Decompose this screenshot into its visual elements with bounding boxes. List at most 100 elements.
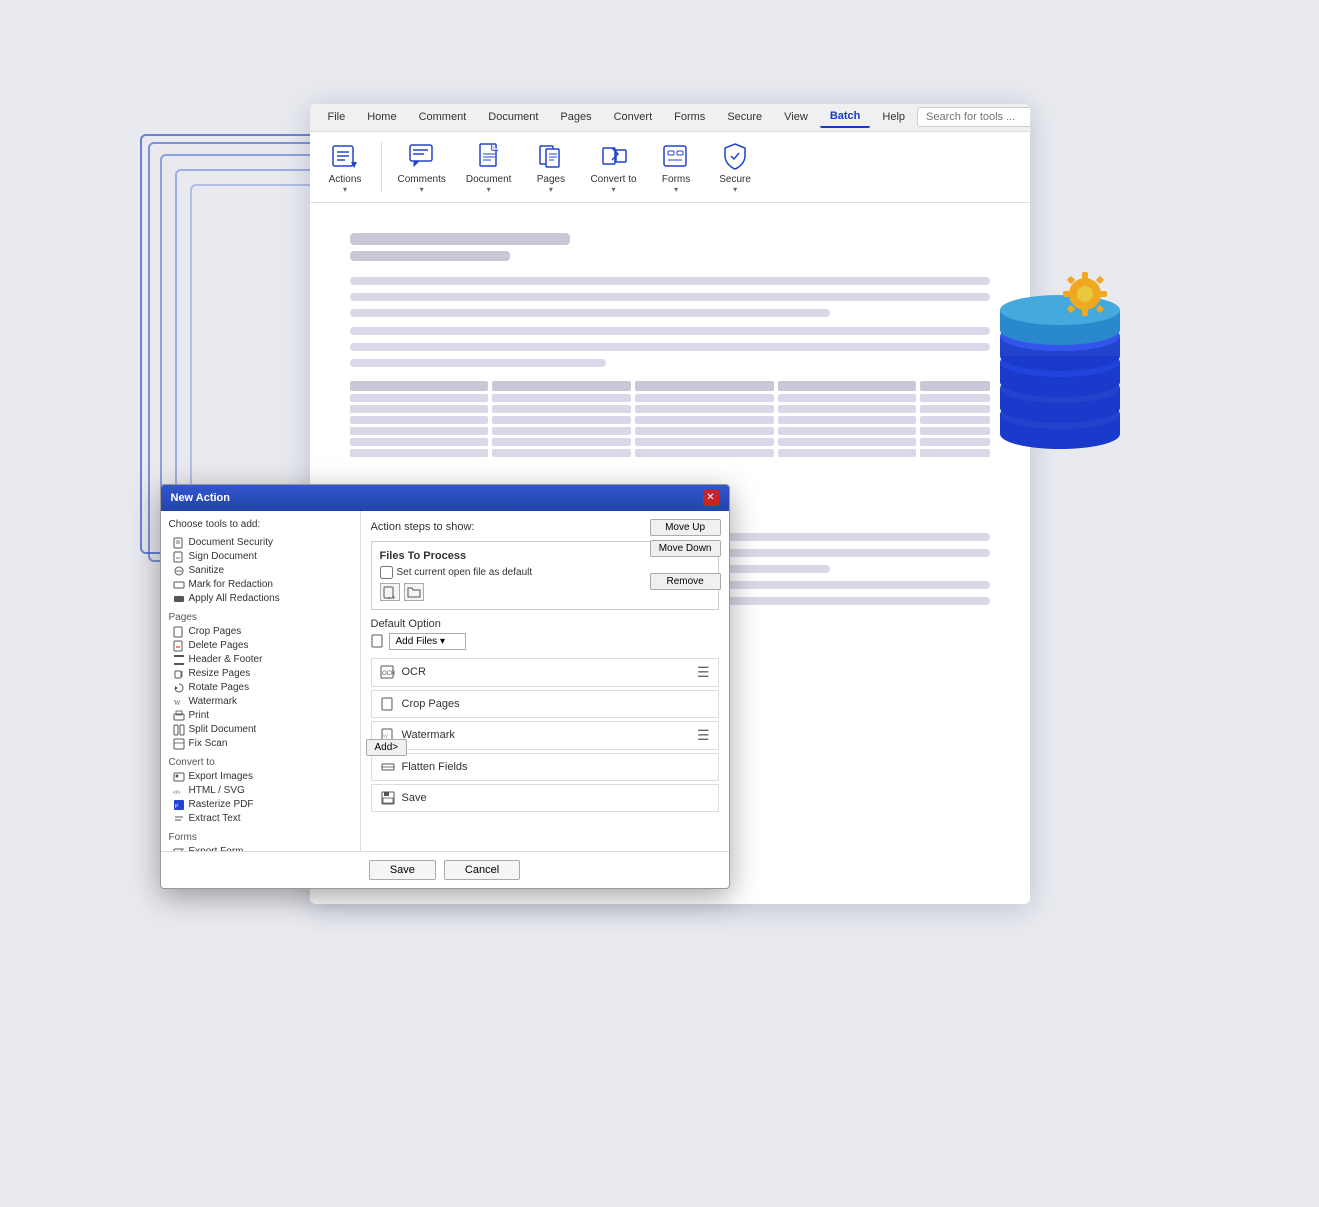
tab-help[interactable]: Help — [872, 107, 915, 127]
dialog-title: New Action — [171, 492, 231, 504]
secure-label: Secure — [719, 174, 751, 185]
set-current-file-checkbox[interactable] — [380, 566, 393, 579]
tree-item-sanitize[interactable]: Sanitize — [169, 564, 352, 578]
tool-document[interactable]: Document ▾ — [458, 136, 520, 198]
dialog-titlebar: New Action ✕ — [161, 485, 729, 511]
tab-pages[interactable]: Pages — [550, 107, 601, 127]
actions-arrow: ▾ — [343, 185, 347, 194]
svg-text:</>: </> — [173, 790, 180, 796]
divider-1 — [381, 142, 382, 192]
comments-icon — [406, 140, 438, 172]
convert-label: Convert to — [590, 174, 636, 185]
step-flatten-label: Flatten Fields — [402, 761, 710, 773]
tree-item-extract-text[interactable]: Extract Text — [169, 812, 352, 826]
step-crop-label: Crop Pages — [402, 698, 710, 710]
document-icon — [473, 140, 505, 172]
add-file-small-icon — [371, 634, 385, 648]
default-option-label: Default Option — [371, 618, 719, 630]
tree-item-fix-scan[interactable]: Fix Scan — [169, 737, 352, 751]
dialog-footer: Save Cancel — [161, 851, 729, 888]
watermark-settings-icon[interactable]: ☰ — [697, 727, 710, 744]
tab-convert[interactable]: Convert — [604, 107, 663, 127]
pages-label: Pages — [537, 174, 565, 185]
convert-section-label: Convert to — [169, 757, 352, 768]
convert-icon — [598, 140, 630, 172]
flatten-icon — [380, 759, 396, 775]
choose-tools-label: Choose tools to add: — [169, 519, 352, 530]
crop-icon — [380, 696, 396, 712]
add-folder-icon[interactable] — [404, 583, 424, 601]
pages-section-label: Pages — [169, 612, 352, 623]
ribbon-tabs: File Home Comment Document Pages Convert… — [310, 104, 1030, 132]
svg-text:W: W — [174, 699, 181, 707]
save-icon — [380, 790, 396, 806]
step-watermark-label: Watermark — [402, 729, 691, 741]
add-step-button[interactable]: Add> — [366, 739, 408, 756]
checkbox-label: Set current open file as default — [397, 567, 533, 578]
tree-item-export-form[interactable]: Export Form — [169, 845, 352, 851]
tab-file[interactable]: File — [318, 107, 356, 127]
tab-batch[interactable]: Batch — [820, 106, 871, 128]
comments-label: Comments — [398, 174, 446, 185]
tool-comments[interactable]: Comments ▾ — [390, 136, 454, 198]
move-up-button[interactable]: Move Up — [650, 519, 721, 536]
tab-secure[interactable]: Secure — [717, 107, 772, 127]
dialog-right-panel: Action steps to show: Files To Process S… — [361, 511, 729, 851]
cancel-button[interactable]: Cancel — [444, 860, 520, 880]
add-file-icon[interactable] — [380, 583, 400, 601]
tree-item-html-svg[interactable]: </> HTML / SVG — [169, 784, 352, 798]
tree-item-rasterize-pdf[interactable]: P Rasterize PDF — [169, 798, 352, 812]
forms-icon — [660, 140, 692, 172]
new-action-dialog: New Action ✕ Choose tools to add: Docume… — [160, 484, 730, 889]
forms2-section-label: Forms — [169, 832, 352, 843]
ribbon-tools: Actions ▾ Comments ▾ — [310, 132, 1030, 202]
tab-document[interactable]: Document — [478, 107, 548, 127]
tab-home[interactable]: Home — [357, 107, 406, 127]
step-flatten-fields[interactable]: Flatten Fields — [371, 753, 719, 781]
move-down-button[interactable]: Move Down — [650, 540, 721, 557]
tool-forms[interactable]: Forms ▾ — [649, 136, 704, 198]
tree-item-resize-pages[interactable]: Resize Pages — [169, 667, 352, 681]
remove-button[interactable]: Remove — [650, 573, 721, 590]
tab-view[interactable]: View — [774, 107, 818, 127]
tool-actions[interactable]: Actions ▾ — [318, 136, 373, 198]
tab-comment[interactable]: Comment — [409, 107, 477, 127]
ocr-icon: OCR — [380, 664, 396, 680]
tree-item-apply-redactions[interactable]: Apply All Redactions — [169, 592, 352, 606]
step-ocr[interactable]: OCR OCR ☰ — [371, 658, 719, 687]
tree-item-sign-doc[interactable]: Sign Document — [169, 550, 352, 564]
step-save[interactable]: Save — [371, 784, 719, 812]
tool-convert[interactable]: Convert to ▾ — [582, 136, 644, 198]
tree-item-split-doc[interactable]: Split Document — [169, 723, 352, 737]
default-option-section: Default Option Add Files ▾ — [371, 618, 719, 650]
tree-item-mark-redaction[interactable]: Mark for Redaction — [169, 578, 352, 592]
default-option-select: Add Files ▾ — [371, 633, 719, 650]
dialog-close-button[interactable]: ✕ — [703, 490, 719, 506]
actions-label: Actions — [329, 174, 362, 185]
tree-item-doc-security[interactable]: Document Security — [169, 536, 352, 550]
tab-forms[interactable]: Forms — [664, 107, 715, 127]
tool-pages[interactable]: Pages ▾ — [523, 136, 578, 198]
ribbon: File Home Comment Document Pages Convert… — [310, 104, 1030, 203]
step-save-label: Save — [402, 792, 710, 804]
add-button-container: Add> — [366, 739, 408, 756]
tool-secure[interactable]: Secure ▾ — [708, 136, 763, 198]
tree-item-crop-pages[interactable]: Crop Pages — [169, 625, 352, 639]
save-button[interactable]: Save — [369, 860, 436, 880]
add-files-select[interactable]: Add Files ▾ — [389, 633, 467, 650]
step-control-buttons: Move Up Move Down Remove — [650, 519, 721, 590]
pages-icon — [535, 140, 567, 172]
tree-item-export-images[interactable]: Export Images — [169, 770, 352, 784]
step-crop-pages[interactable]: Crop Pages — [371, 690, 719, 718]
ocr-settings-icon[interactable]: ☰ — [697, 664, 710, 681]
dialog-left-panel: Choose tools to add: Document Security S… — [161, 511, 361, 851]
tree-item-print[interactable]: Print — [169, 709, 352, 723]
tree-item-watermark[interactable]: W Watermark — [169, 695, 352, 709]
forms-label: Forms — [662, 174, 690, 185]
tree-item-delete-pages[interactable]: Delete Pages — [169, 639, 352, 653]
step-ocr-label: OCR — [402, 666, 691, 678]
ribbon-search-input[interactable] — [917, 107, 1029, 127]
step-watermark[interactable]: W Watermark ☰ — [371, 721, 719, 750]
tree-item-header-footer[interactable]: Header & Footer — [169, 653, 352, 667]
tree-item-rotate-pages[interactable]: Rotate Pages — [169, 681, 352, 695]
